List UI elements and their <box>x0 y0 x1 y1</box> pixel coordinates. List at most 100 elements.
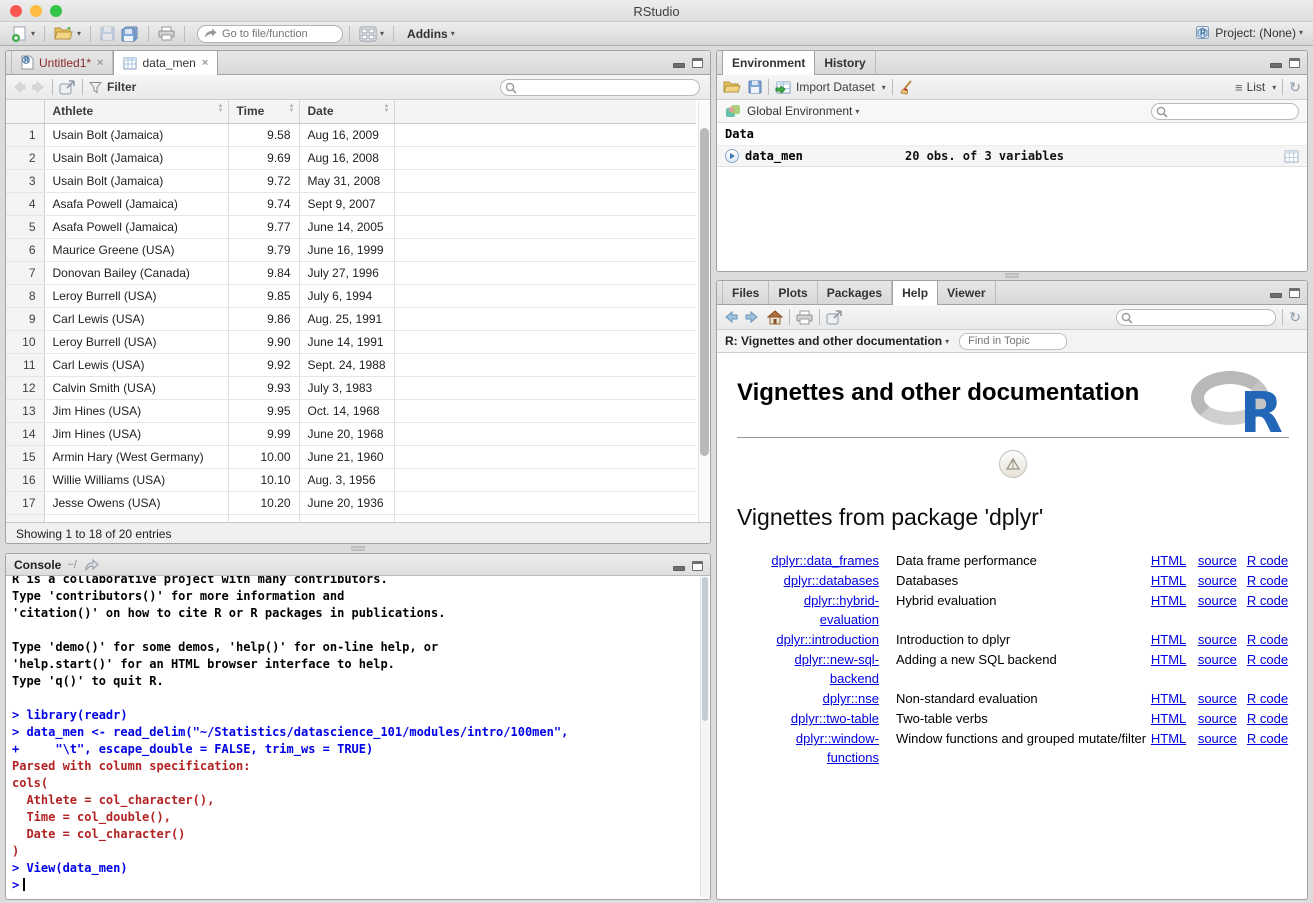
data-grid-scrollbar[interactable] <box>698 102 710 522</box>
print-icon[interactable] <box>796 310 813 325</box>
vignette-source-link[interactable]: source <box>1198 652 1237 667</box>
vignette-rcode-link[interactable]: R code <box>1247 632 1288 647</box>
vignette-html-link[interactable]: HTML <box>1151 691 1186 706</box>
table-row[interactable]: 3 Usain Bolt (Jamaica) 9.72 May 31, 2008 <box>6 169 696 192</box>
pane-minimize-button[interactable] <box>673 63 685 68</box>
vignette-rcode-link[interactable]: R code <box>1247 652 1288 667</box>
vignette-topic-link[interactable]: dplyr::window-functions <box>796 731 879 765</box>
import-dataset-button[interactable]: Import Dataset ▾ <box>775 80 886 94</box>
vignette-rcode-link[interactable]: R code <box>1247 553 1288 568</box>
scrollbar-thumb[interactable] <box>700 128 709 456</box>
vignette-rcode-link[interactable]: R code <box>1247 731 1288 746</box>
vignette-source-link[interactable]: source <box>1198 691 1237 706</box>
vignette-source-link[interactable]: source <box>1198 731 1237 746</box>
project-selector[interactable]: R Project: (None) ▾ <box>1195 25 1303 40</box>
close-icon[interactable]: × <box>97 57 103 69</box>
console-scrollbar[interactable] <box>700 577 709 897</box>
global-environment-selector[interactable]: Global Environment <box>747 104 852 118</box>
column-header-athlete[interactable]: Athlete ▲▼ <box>44 100 228 123</box>
open-workspace-icon[interactable] <box>723 80 742 94</box>
expand-object-icon[interactable] <box>725 149 739 163</box>
vignette-topic-link[interactable]: dplyr::introduction <box>776 632 879 647</box>
vignette-rcode-link[interactable]: R code <box>1247 573 1288 588</box>
column-header-time[interactable]: Time ▲▼ <box>228 100 299 123</box>
forward-icon[interactable] <box>31 80 46 94</box>
table-row[interactable]: 17 Jesse Owens (USA) 10.20 June 20, 1936 <box>6 491 696 514</box>
tab-files[interactable]: Files <box>722 281 769 304</box>
pane-minimize-button[interactable] <box>673 566 685 571</box>
data-search-input[interactable] <box>500 79 700 96</box>
tab-history[interactable]: History <box>815 51 875 74</box>
vignette-html-link[interactable]: HTML <box>1151 711 1186 726</box>
table-row[interactable]: 9 Carl Lewis (USA) 9.86 Aug. 25, 1991 <box>6 307 696 330</box>
vignette-topic-link[interactable]: dplyr::nse <box>823 691 879 706</box>
tab-environment[interactable]: Environment <box>722 51 815 75</box>
table-row[interactable]: 7 Donovan Bailey (Canada) 9.84 July 27, … <box>6 261 696 284</box>
vignette-source-link[interactable]: source <box>1198 632 1237 647</box>
popout-icon[interactable] <box>826 310 843 325</box>
sort-icon[interactable]: ▲▼ <box>218 104 224 114</box>
vignette-topic-link[interactable]: dplyr::databases <box>784 573 879 588</box>
tab-help[interactable]: Help <box>892 281 938 305</box>
console-output[interactable]: R is a collaborative project with many c… <box>6 576 710 898</box>
popout-icon[interactable] <box>59 80 76 95</box>
open-file-button[interactable]: ▾ <box>51 24 84 43</box>
top-link-icon[interactable] <box>999 450 1027 478</box>
vignette-html-link[interactable]: HTML <box>1151 652 1186 667</box>
tab-packages[interactable]: Packages <box>818 281 892 304</box>
save-all-button[interactable] <box>118 24 142 44</box>
vignette-html-link[interactable]: HTML <box>1151 553 1186 568</box>
pane-minimize-button[interactable] <box>1270 293 1282 298</box>
sort-icon[interactable]: ▲▼ <box>384 104 390 114</box>
home-icon[interactable] <box>767 310 783 325</box>
refresh-icon[interactable]: ↻ <box>1289 309 1301 326</box>
tab-untitled1[interactable]: R Untitled1* × <box>11 51 113 74</box>
table-row[interactable] <box>6 514 696 522</box>
table-row[interactable]: 8 Leroy Burrell (USA) 9.85 July 6, 1994 <box>6 284 696 307</box>
pane-maximize-button[interactable] <box>1289 58 1300 68</box>
table-row[interactable]: 2 Usain Bolt (Jamaica) 9.69 Aug 16, 2008 <box>6 146 696 169</box>
scrollbar-thumb[interactable] <box>702 577 708 721</box>
close-icon[interactable]: × <box>202 57 208 69</box>
list-view-button[interactable]: List <box>1247 80 1266 94</box>
horizontal-splitter-handle[interactable] <box>351 546 365 551</box>
vignette-html-link[interactable]: HTML <box>1151 573 1186 588</box>
help-search-box[interactable] <box>1116 309 1276 326</box>
find-in-topic-input[interactable] <box>959 333 1067 350</box>
save-button[interactable] <box>97 24 118 43</box>
print-button[interactable] <box>155 24 178 43</box>
clear-broom-icon[interactable] <box>899 80 915 95</box>
refresh-icon[interactable]: ↻ <box>1289 79 1301 96</box>
table-row[interactable]: 14 Jim Hines (USA) 9.99 June 20, 1968 <box>6 422 696 445</box>
table-row[interactable]: 6 Maurice Greene (USA) 9.79 June 16, 199… <box>6 238 696 261</box>
environment-object-row[interactable]: data_men 20 obs. of 3 variables <box>717 146 1307 167</box>
table-row[interactable]: 5 Asafa Powell (Jamaica) 9.77 June 14, 2… <box>6 215 696 238</box>
vignette-topic-link[interactable]: dplyr::hybrid-evaluation <box>804 593 879 627</box>
forward-icon[interactable] <box>744 310 760 324</box>
vignette-html-link[interactable]: HTML <box>1151 593 1186 608</box>
horizontal-splitter-handle[interactable] <box>1005 273 1019 278</box>
tab-plots[interactable]: Plots <box>769 281 817 304</box>
table-row[interactable]: 15 Armin Hary (West Germany) 10.00 June … <box>6 445 696 468</box>
goto-file-function-input[interactable] <box>197 25 343 43</box>
column-header-date[interactable]: Date ▲▼ <box>299 100 394 123</box>
tab-data-men[interactable]: data_men × <box>113 51 218 75</box>
new-file-button[interactable]: ▾ <box>8 24 38 44</box>
vignette-source-link[interactable]: source <box>1198 573 1237 588</box>
vignette-topic-link[interactable]: dplyr::data_frames <box>771 553 879 568</box>
vignette-html-link[interactable]: HTML <box>1151 632 1186 647</box>
environment-search-input[interactable] <box>1151 103 1299 120</box>
vignette-rcode-link[interactable]: R code <box>1247 593 1288 608</box>
table-row[interactable]: 13 Jim Hines (USA) 9.95 Oct. 14, 1968 <box>6 399 696 422</box>
data-search-box[interactable] <box>500 79 700 96</box>
pane-maximize-button[interactable] <box>1289 288 1300 298</box>
view-table-icon[interactable] <box>1284 150 1299 163</box>
table-row[interactable]: 4 Asafa Powell (Jamaica) 9.74 Sept 9, 20… <box>6 192 696 215</box>
table-row[interactable]: 1 Usain Bolt (Jamaica) 9.58 Aug 16, 2009 <box>6 123 696 146</box>
environment-search-box[interactable] <box>1151 103 1299 120</box>
vignette-rcode-link[interactable]: R code <box>1247 691 1288 706</box>
table-row[interactable]: 12 Calvin Smith (USA) 9.93 July 3, 1983 <box>6 376 696 399</box>
save-workspace-icon[interactable] <box>748 80 762 94</box>
pane-minimize-button[interactable] <box>1270 63 1282 68</box>
vignette-rcode-link[interactable]: R code <box>1247 711 1288 726</box>
